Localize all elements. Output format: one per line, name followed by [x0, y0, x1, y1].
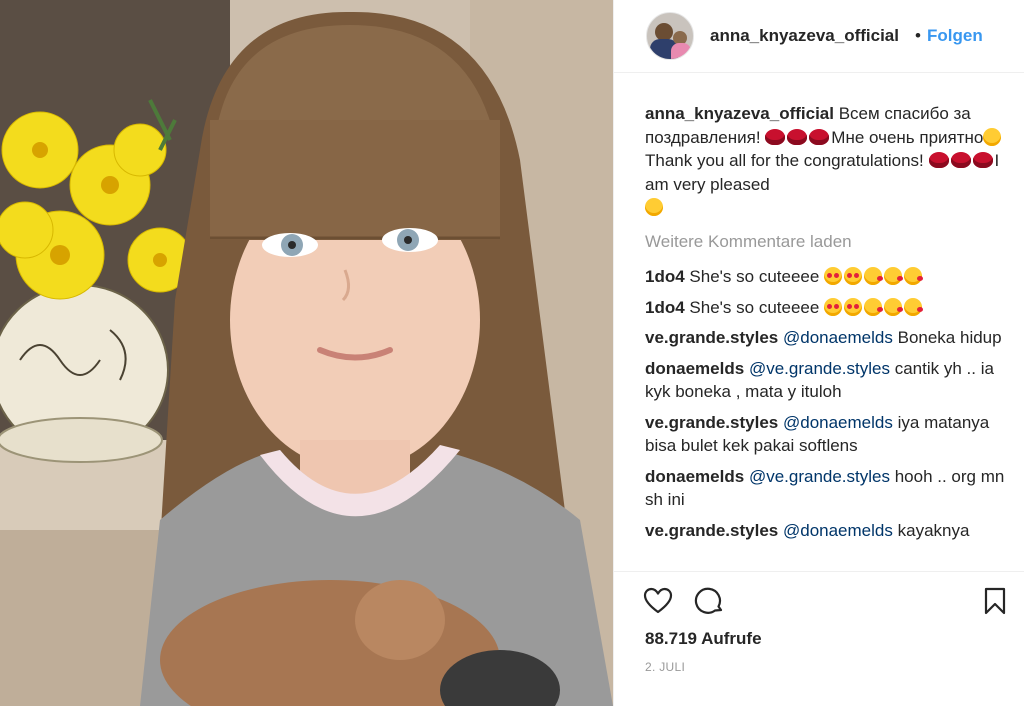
- header-username[interactable]: anna_knyazeva_official: [710, 26, 899, 46]
- comment-icon[interactable]: [694, 585, 726, 617]
- post-photo[interactable]: [0, 0, 613, 706]
- comment-username[interactable]: ve.grande.styles: [645, 521, 778, 540]
- comment-username[interactable]: 1do4: [645, 298, 685, 317]
- heart-eyes-icon: [844, 267, 863, 285]
- comment-item: ve.grande.styles @donaemelds kayaknya: [645, 519, 1005, 543]
- comment-text: kayaknya: [897, 520, 970, 540]
- post-sidebar: anna_knyazeva_official • Folgen anna_kny…: [613, 0, 1024, 706]
- heart-eyes-icon: [824, 297, 843, 316]
- comment-mention[interactable]: @ve.grande.styles: [749, 467, 890, 486]
- post-header: anna_knyazeva_official • Folgen: [614, 0, 1024, 73]
- kiss-mark-icon: [928, 152, 949, 168]
- comment-item: donaemelds @ve.grande.styles hooh .. org…: [645, 465, 1005, 512]
- kissing-face-icon: [884, 267, 904, 285]
- heart-icon[interactable]: [642, 585, 674, 617]
- kissing-face-icon: [864, 297, 884, 316]
- header-separator: •: [915, 26, 921, 45]
- comment-mention[interactable]: @ve.grande.styles: [749, 359, 890, 378]
- kissing-face-icon: [884, 297, 904, 316]
- caption-text-3: Thank you all for the congratulations!: [645, 151, 924, 170]
- post-date[interactable]: 2. JULI: [645, 660, 685, 674]
- comments-list[interactable]: anna_knyazeva_official Всем спасибо за п…: [645, 102, 1005, 562]
- kissing-face-icon: [904, 267, 924, 285]
- caption-text-2: Мне очень приятно: [831, 127, 984, 147]
- comment-mention[interactable]: @donaemelds: [783, 328, 893, 347]
- comment-text: She's so cuteeee: [689, 267, 820, 286]
- smiling-face-icon: [645, 198, 663, 216]
- instagram-post: anna_knyazeva_official • Folgen anna_kny…: [0, 0, 1024, 706]
- caption-username[interactable]: anna_knyazeva_official: [645, 104, 834, 123]
- kiss-mark-icon: [972, 152, 993, 168]
- follow-button[interactable]: Folgen: [927, 26, 983, 46]
- view-count[interactable]: 88.719 Aufrufe: [645, 629, 762, 649]
- kiss-mark-icon: [765, 128, 786, 145]
- kissing-face-icon: [864, 267, 884, 285]
- kissing-face-icon: [904, 297, 924, 316]
- comment-item: ve.grande.styles @donaemelds iya matanya…: [645, 411, 1005, 458]
- comment-item: ve.grande.styles @donaemelds Boneka hidu…: [645, 326, 1005, 350]
- comment-username[interactable]: ve.grande.styles: [645, 328, 778, 347]
- avatar[interactable]: [646, 12, 694, 60]
- kiss-mark-icon: [950, 152, 971, 168]
- kiss-mark-icon: [787, 128, 808, 145]
- comment-username[interactable]: ve.grande.styles: [645, 413, 778, 432]
- kiss-mark-icon: [809, 128, 830, 145]
- bookmark-icon[interactable]: [979, 585, 1011, 617]
- comment-text: Boneka hidup: [897, 328, 1002, 347]
- comment-text: She's so cuteeee: [689, 297, 820, 317]
- comment-username[interactable]: donaemelds: [645, 467, 744, 486]
- heart-eyes-icon: [824, 267, 843, 285]
- comment-item: donaemelds @ve.grande.styles cantik yh .…: [645, 357, 1005, 404]
- caption: anna_knyazeva_official Всем спасибо за п…: [645, 102, 1005, 220]
- comment-mention[interactable]: @donaemelds: [783, 413, 893, 432]
- smiling-face-icon: [983, 127, 1002, 146]
- action-bar: 88.719 Aufrufe 2. JULI: [614, 571, 1024, 707]
- comment-mention[interactable]: @donaemelds: [783, 521, 893, 540]
- comment-item: 1do4 She's so cuteeee: [645, 296, 1005, 320]
- comment-username[interactable]: donaemelds: [645, 359, 744, 378]
- heart-eyes-icon: [844, 297, 863, 316]
- comment-item: 1do4 She's so cuteeee: [645, 265, 1005, 289]
- comment-username[interactable]: 1do4: [645, 267, 685, 286]
- load-more-comments-button[interactable]: Weitere Kommentare laden: [645, 230, 1005, 254]
- photo-illustration: [0, 0, 613, 706]
